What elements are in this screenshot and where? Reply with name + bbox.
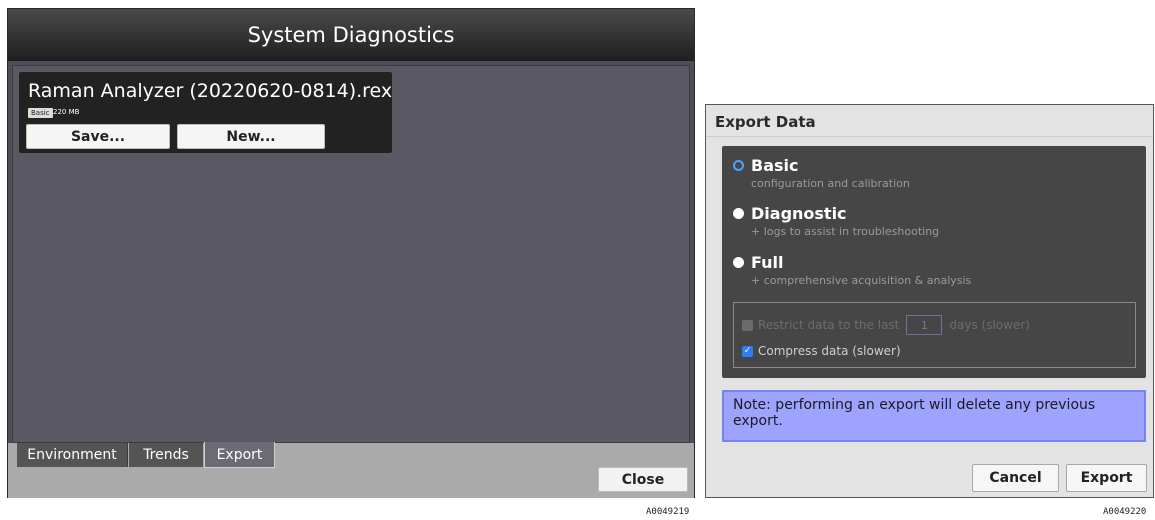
option-diagnostic[interactable]: Diagnostic + logs to assist in troublesh… [733, 204, 939, 238]
option-description: configuration and calibration [751, 177, 910, 190]
close-button[interactable]: Close [598, 467, 688, 492]
days-input[interactable]: 1 [906, 315, 943, 335]
option-full[interactable]: Full + comprehensive acquisition & analy… [733, 253, 971, 287]
window-title: System Diagnostics [8, 9, 694, 61]
export-options-panel: Basic configuration and calibration Diag… [722, 146, 1146, 378]
radio-selected-icon[interactable] [733, 160, 744, 171]
file-size: 220 MB [53, 108, 80, 116]
export-button[interactable]: Export [1066, 464, 1147, 492]
option-basic[interactable]: Basic configuration and calibration [733, 156, 910, 190]
save-button[interactable]: Save... [26, 124, 170, 149]
dialog-title: Export Data [715, 113, 816, 131]
diagnostics-window: System Diagnostics Raman Analyzer (20220… [7, 8, 695, 498]
restrict-checkbox[interactable] [742, 319, 753, 331]
tab-bar: Environment Trends Export Close [8, 442, 694, 498]
restrict-suffix: days (slower) [949, 318, 1030, 332]
export-type-badge: Basic [28, 108, 53, 118]
figure-caption-left: A0049219 [646, 507, 690, 517]
export-file-card: Raman Analyzer (20220620-0814).rex Basic… [18, 71, 393, 154]
export-data-dialog: Export Data Basic configuration and cali… [705, 104, 1154, 498]
restrict-days-row: Restrict data to the last 1 days (slower… [742, 315, 1030, 335]
export-settings-box: Restrict data to the last 1 days (slower… [733, 302, 1136, 368]
tab-trends[interactable]: Trends [129, 443, 203, 467]
option-description: + comprehensive acquisition & analysis [751, 274, 972, 287]
cancel-button[interactable]: Cancel [972, 464, 1059, 492]
compress-checkbox[interactable]: ✓ [742, 345, 753, 357]
note-banner: Note: performing an export will delete a… [722, 390, 1146, 442]
option-label: Basic [751, 156, 799, 175]
option-description: + logs to assist in troubleshooting [751, 225, 940, 238]
option-label: Diagnostic [751, 204, 847, 223]
option-label: Full [751, 253, 784, 272]
tab-environment[interactable]: Environment [17, 443, 128, 467]
tab-export[interactable]: Export [204, 442, 275, 468]
file-name: Raman Analyzer (20220620-0814).rex [28, 80, 393, 102]
radio-icon[interactable] [733, 208, 744, 219]
compress-label: Compress data (slower) [758, 344, 901, 358]
restrict-label: Restrict data to the last [758, 318, 900, 332]
radio-icon[interactable] [733, 257, 744, 268]
figure-caption-right: A0049220 [1103, 507, 1147, 517]
new-button[interactable]: New... [177, 124, 325, 149]
divider [706, 136, 1153, 137]
compress-row: ✓ Compress data (slower) [742, 344, 901, 358]
